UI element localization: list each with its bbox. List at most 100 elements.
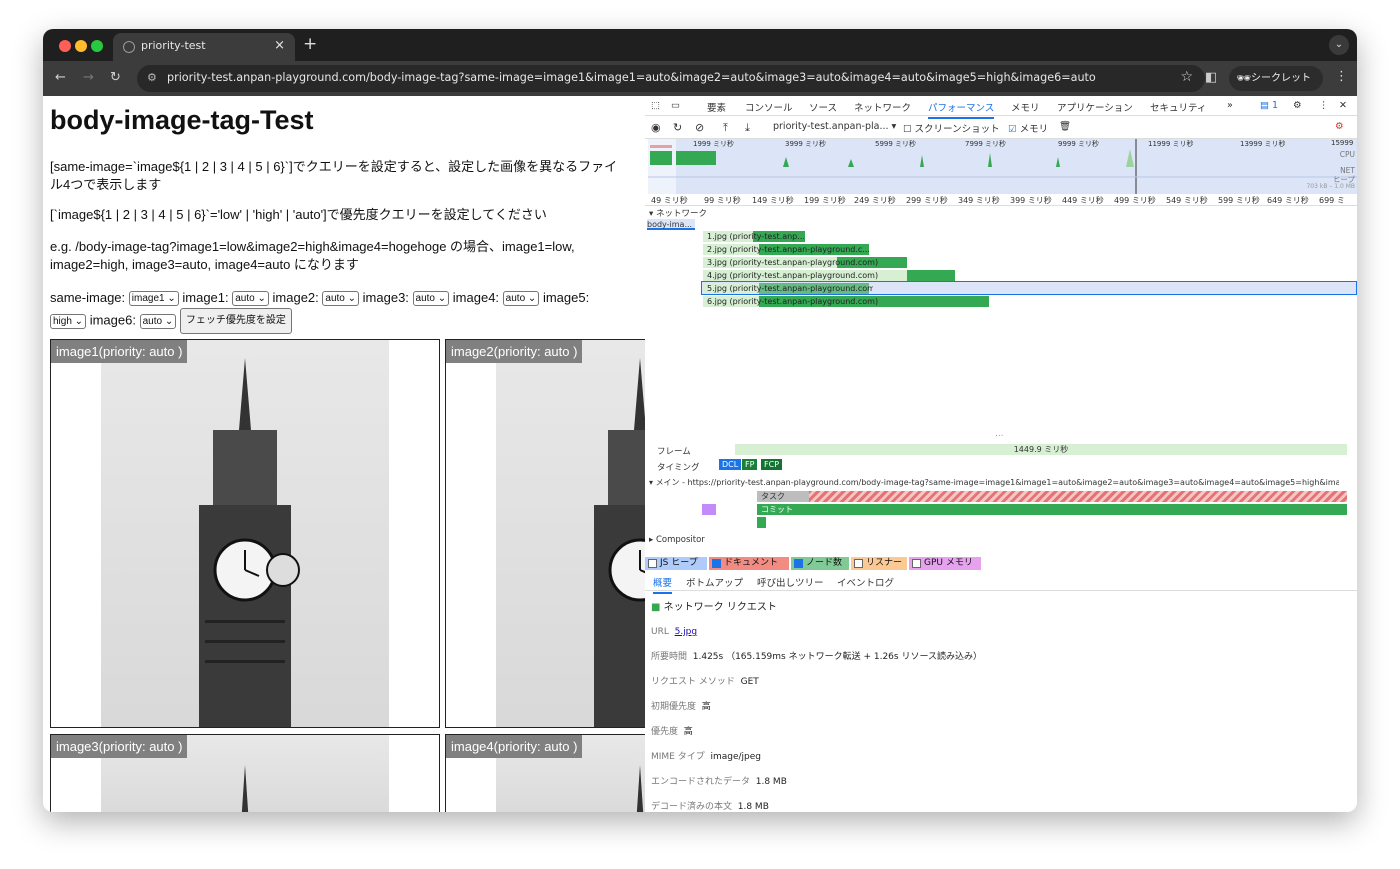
- bookmark-star-icon[interactable]: ☆: [1180, 69, 1193, 85]
- request-row-5[interactable]: 5.jpg (priority-test.anpan-playground.co…: [703, 283, 873, 294]
- ruler-tick: 599 ミリ秒: [1218, 196, 1260, 205]
- purple-event[interactable]: [702, 504, 716, 515]
- device-toolbar-icon[interactable]: ▭: [671, 100, 680, 111]
- image6-select[interactable]: auto ⌄: [139, 313, 177, 329]
- browser-tab[interactable]: priority-test ×: [113, 33, 295, 61]
- screenshot-checkbox[interactable]: ☐ スクリーンショット: [903, 121, 1000, 135]
- tab-sources[interactable]: ソース: [809, 100, 837, 114]
- listeners-toggle[interactable]: リスナー: [851, 557, 907, 570]
- browser-window: priority-test × + ⌄ ← → ↻ ⚙ priority-tes…: [43, 29, 1357, 812]
- summary-priority-row: 優先度 高: [651, 727, 693, 737]
- timeline-overview[interactable]: 1999 ミリ秒 3999 ミリ秒 5999 ミリ秒 7999 ミリ秒 9999…: [648, 139, 1357, 194]
- memory-checkbox[interactable]: ☑ メモリ: [1008, 121, 1048, 135]
- new-tab-button[interactable]: +: [303, 34, 317, 54]
- tab-application[interactable]: アプリケーション: [1057, 100, 1133, 114]
- site-settings-icon[interactable]: ⚙: [147, 71, 157, 84]
- address-bar[interactable]: ⚙ priority-test.anpan-playground.com/bod…: [137, 65, 1205, 92]
- zoom-window-button[interactable]: [91, 40, 103, 52]
- inspect-icon[interactable]: ⬚: [651, 100, 660, 111]
- request-row-3[interactable]: 3.jpg (priority-test.anpan-playground.co…: [703, 257, 913, 268]
- nodes-checkbox[interactable]: [794, 559, 803, 568]
- ruler-tick: 499 ミリ秒: [1114, 196, 1156, 205]
- summary-method-row: リクエスト メソッド GET: [651, 677, 759, 687]
- fp-mark[interactable]: FP: [742, 459, 758, 470]
- browser-toolbar: ← → ↻ ⚙ priority-test.anpan-playground.c…: [43, 61, 1357, 96]
- capture-settings-icon[interactable]: ⚙: [1335, 121, 1344, 132]
- gpu-memory-checkbox[interactable]: [912, 559, 921, 568]
- small-green-event[interactable]: [757, 517, 766, 528]
- js-heap-toggle[interactable]: JS ヒープ: [645, 557, 707, 570]
- tab-security[interactable]: セキュリティ: [1150, 100, 1206, 114]
- image1-select[interactable]: auto ⌄: [232, 291, 269, 307]
- ruler-tick: 299 ミリ秒: [906, 196, 948, 205]
- close-window-button[interactable]: [59, 40, 71, 52]
- documents-checkbox[interactable]: [712, 559, 721, 568]
- tab-call-tree[interactable]: 呼び出しツリー: [757, 575, 824, 589]
- tab-console[interactable]: コンソール: [745, 100, 793, 114]
- tab-elements[interactable]: 要素: [707, 100, 726, 114]
- tab-event-log[interactable]: イベントログ: [837, 575, 894, 589]
- overview-tick: 11999 ミリ秒: [1148, 140, 1194, 148]
- frame-bar[interactable]: 1449.9 ミリ秒: [735, 444, 1347, 455]
- devtools-menu-icon[interactable]: ⋮: [1319, 100, 1329, 111]
- compositor-label[interactable]: ▸ Compositor: [649, 535, 705, 545]
- minimize-window-button[interactable]: [75, 40, 87, 52]
- resize-handle[interactable]: …: [995, 429, 1004, 439]
- garbage-collect-icon[interactable]: 🗑: [1059, 121, 1071, 132]
- back-icon[interactable]: ←: [55, 70, 66, 85]
- page-title: body-image-tag-Test: [50, 105, 314, 135]
- incognito-badge[interactable]: 🕶 シークレット: [1229, 66, 1323, 91]
- fcp-mark[interactable]: FCP: [761, 459, 783, 470]
- ruler-tick: 649 ミリ秒: [1267, 196, 1309, 205]
- record-icon[interactable]: ◉: [651, 121, 661, 134]
- url-text: priority-test.anpan-playground.com/body-…: [167, 71, 1096, 84]
- tab-summary[interactable]: 概要: [653, 575, 673, 594]
- reload-record-icon[interactable]: ↻: [673, 121, 682, 134]
- more-tabs-button[interactable]: »: [1227, 100, 1233, 111]
- request-row-6[interactable]: 6.jpg (priority-test.anpan-playground.co…: [703, 296, 993, 307]
- documents-toggle[interactable]: ドキュメント: [709, 557, 789, 570]
- tab-network[interactable]: ネットワーク: [854, 100, 911, 114]
- web-page: body-image-tag-Test [same-image=`image${…: [43, 96, 645, 812]
- request-row-2[interactable]: 2.jpg (priority-test.anpan-playground.c.…: [703, 244, 873, 255]
- tab-bottom-up[interactable]: ボトムアップ: [686, 575, 743, 589]
- clear-icon[interactable]: ⊘: [695, 121, 704, 134]
- summary-decoded-row: デコード済みの本文 1.8 MB: [651, 802, 769, 812]
- devtools-close-icon[interactable]: ✕: [1339, 100, 1347, 111]
- request-row-1[interactable]: 1.jpg (priority-test.anp...: [703, 231, 813, 242]
- same-image-select[interactable]: image1 ⌄: [128, 291, 179, 307]
- image3-select[interactable]: auto ⌄: [412, 291, 450, 307]
- request-url-link[interactable]: 5.jpg: [675, 627, 698, 637]
- image-card-1: image1(priority: auto ): [50, 339, 440, 728]
- nodes-toggle[interactable]: ノード数: [791, 557, 849, 570]
- document-request[interactable]: body-ima...: [647, 219, 695, 230]
- image5-select[interactable]: high ⌄: [50, 313, 87, 329]
- reload-icon[interactable]: ↻: [110, 70, 121, 85]
- commit-bar[interactable]: コミット: [757, 504, 1347, 515]
- image2-select[interactable]: auto ⌄: [322, 291, 360, 307]
- listeners-checkbox[interactable]: [854, 559, 863, 568]
- tab-memory[interactable]: メモリ: [1011, 100, 1040, 114]
- close-tab-icon[interactable]: ×: [274, 38, 285, 53]
- image4-select[interactable]: auto ⌄: [502, 291, 540, 307]
- upload-icon[interactable]: ⤒: [723, 121, 728, 135]
- side-panel-icon[interactable]: ◧: [1205, 70, 1217, 85]
- request-row-4[interactable]: 4.jpg (priority-test.anpan-playground.co…: [703, 270, 959, 281]
- cpu-label: CPU: [1339, 150, 1355, 159]
- ruler-tick: 349 ミリ秒: [958, 196, 1000, 205]
- issues-badge[interactable]: ▤ 1: [1260, 100, 1278, 111]
- dcl-mark[interactable]: DCL: [719, 459, 742, 470]
- image4-label: image4:: [452, 290, 500, 305]
- forward-icon[interactable]: →: [83, 70, 94, 85]
- task-bar[interactable]: タスク: [757, 491, 1347, 502]
- tab-search-button[interactable]: ⌄: [1329, 35, 1349, 55]
- js-heap-checkbox[interactable]: [648, 559, 657, 568]
- download-icon[interactable]: ⤓: [745, 121, 750, 135]
- browser-menu-icon[interactable]: ⋮: [1335, 69, 1348, 84]
- set-fetch-priority-button[interactable]: フェッチ優先度を設定: [179, 308, 292, 334]
- gpu-memory-toggle[interactable]: GPU メモリ: [909, 557, 981, 570]
- devtools-settings-icon[interactable]: ⚙: [1293, 100, 1302, 111]
- main-thread-label[interactable]: ▾ メイン - https://priority-test.anpan-play…: [649, 477, 1339, 488]
- network-track-header[interactable]: ▾ ネットワーク: [649, 207, 707, 219]
- recording-select[interactable]: priority-test.anpan-pla... ▾: [773, 121, 896, 132]
